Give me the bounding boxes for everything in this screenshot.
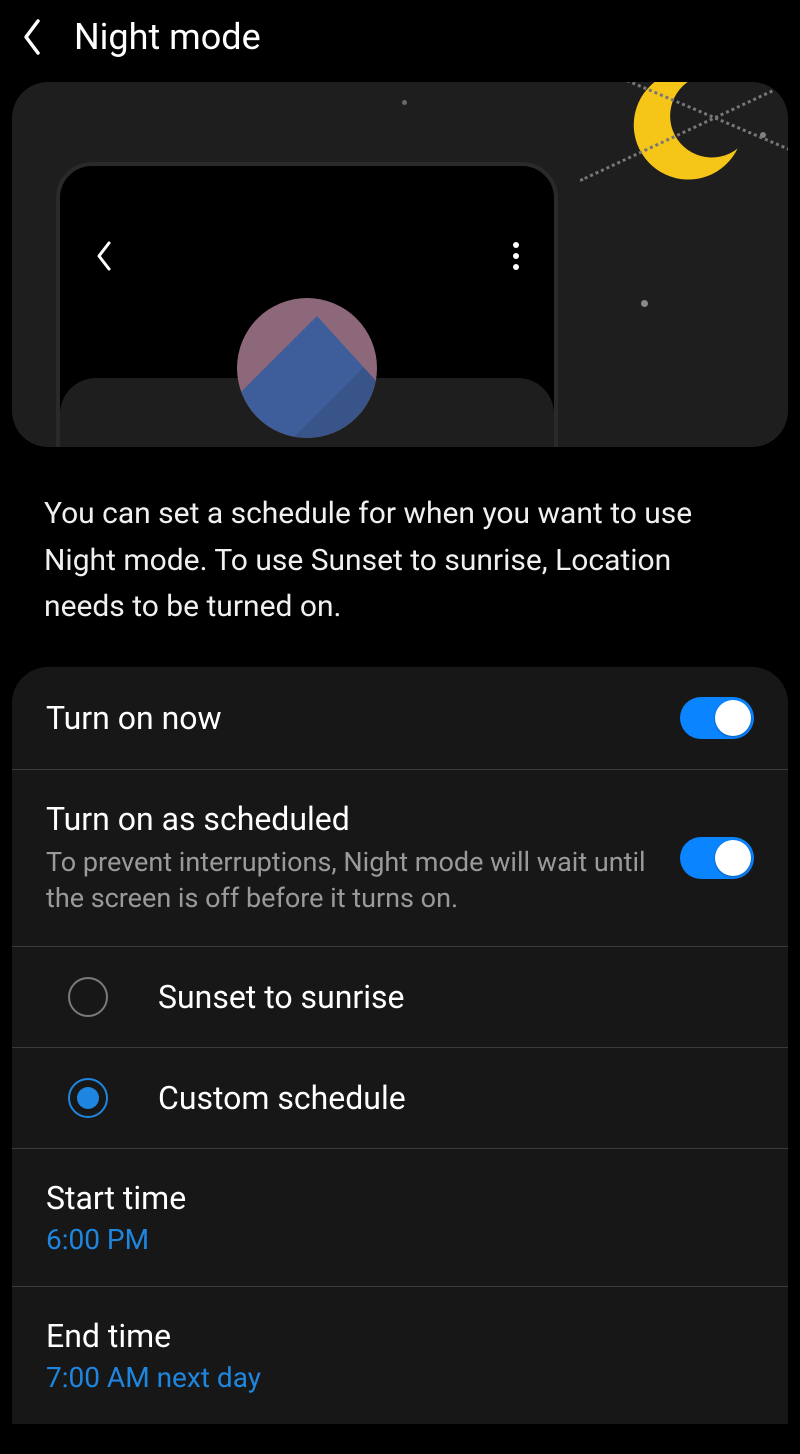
end-time-value: 7:00 AM next day xyxy=(46,1361,754,1394)
star-icon xyxy=(760,132,766,138)
scheduled-sub: To prevent interruptions, Night mode wil… xyxy=(46,844,660,917)
start-time-value: 6:00 PM xyxy=(46,1223,754,1256)
app-header: Night mode xyxy=(0,0,800,82)
radio-custom-row[interactable]: Custom schedule xyxy=(12,1048,788,1149)
page-title: Night mode xyxy=(74,16,261,58)
moon-icon xyxy=(618,82,748,194)
mock-back-icon xyxy=(94,240,114,272)
end-time-row[interactable]: End time 7:00 AM next day xyxy=(12,1287,788,1424)
scheduled-label: Turn on as scheduled xyxy=(46,800,660,838)
preview-illustration xyxy=(12,82,788,447)
scheduled-row[interactable]: Turn on as scheduled To prevent interrup… xyxy=(12,770,788,948)
turn-on-now-row[interactable]: Turn on now xyxy=(12,667,788,770)
star-icon xyxy=(402,100,407,105)
radio-custom-label: Custom schedule xyxy=(158,1079,406,1117)
star-icon xyxy=(641,300,648,307)
mock-overflow-icon xyxy=(512,240,520,272)
scheduled-toggle[interactable] xyxy=(680,837,754,879)
phone-mockup xyxy=(56,162,558,447)
radio-sunset-row[interactable]: Sunset to sunrise xyxy=(12,947,788,1048)
radio-sunset[interactable] xyxy=(68,977,108,1017)
start-time-row[interactable]: Start time 6:00 PM xyxy=(12,1149,788,1287)
turn-on-now-toggle[interactable] xyxy=(680,697,754,739)
end-time-label: End time xyxy=(46,1317,754,1355)
radio-custom[interactable] xyxy=(68,1078,108,1118)
description-text: You can set a schedule for when you want… xyxy=(0,447,800,667)
start-time-label: Start time xyxy=(46,1179,754,1217)
settings-list: Turn on now Turn on as scheduled To prev… xyxy=(12,667,788,1425)
back-icon[interactable] xyxy=(20,17,44,57)
planet-icon xyxy=(237,298,377,438)
turn-on-now-label: Turn on now xyxy=(46,699,660,737)
radio-sunset-label: Sunset to sunrise xyxy=(158,978,404,1016)
